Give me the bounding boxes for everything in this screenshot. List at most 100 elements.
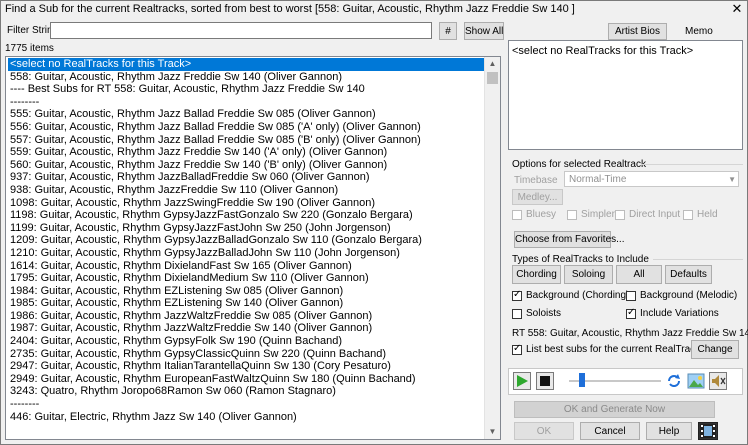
list-items-container: <select no RealTracks for this Track> 558… [8, 58, 486, 423]
direct-input-label: Direct Input [629, 209, 681, 220]
list-item[interactable]: 2947: Guitar, Acoustic, Rhythm ItalianTa… [8, 360, 486, 373]
list-best-subs-checkbox[interactable]: List best subs for the current RealTrack… [512, 343, 706, 355]
choose-favorites-button[interactable]: Choose from Favorites... [514, 231, 624, 248]
defaults-button[interactable]: Defaults [665, 265, 712, 284]
cancel-button[interactable]: Cancel [580, 422, 640, 440]
direct-input-checkbox[interactable]: Direct Input [615, 209, 680, 220]
list-item[interactable]: 3243: Quatro, Rhythm Joropo68Ramon Sw 06… [8, 385, 486, 398]
list-scrollbar[interactable]: ▲ ▼ [484, 57, 500, 439]
include-variations-label: Include Variations [640, 308, 719, 319]
soloists-checkbox-box [512, 308, 522, 319]
list-item[interactable]: 1209: Guitar, Acoustic, Rhythm GypsyJazz… [8, 234, 486, 247]
all-button[interactable]: All [616, 265, 662, 284]
list-item[interactable]: 2404: Guitar, Acoustic, Rhythm GypsyFolk… [8, 335, 486, 348]
help-button[interactable]: Help [646, 422, 692, 440]
artist-bios-button[interactable]: Artist Bios [608, 23, 667, 40]
list-item[interactable]: 446: Guitar, Electric, Rhythm Jazz Sw 14… [8, 411, 486, 424]
bluesy-checkbox-box [512, 209, 522, 220]
list-item[interactable]: -------- [8, 398, 486, 411]
scroll-up-icon[interactable]: ▲ [485, 57, 500, 71]
list-item[interactable]: ---- Best Subs for RT 558: Guitar, Acous… [8, 83, 486, 96]
bg-chording-checkbox[interactable]: Background (Chording) [512, 289, 630, 301]
list-item[interactable]: 558: Guitar, Acoustic, Rhythm Jazz Fredd… [8, 71, 486, 84]
medley-button[interactable]: Medley... [512, 189, 563, 205]
dialog-window: Find a Sub for the current Realtracks, s… [0, 0, 748, 445]
list-best-subs-label: List best subs for the current RealTrack… [526, 344, 706, 355]
list-item[interactable]: 1987: Guitar, Acoustic, Rhythm JazzWaltz… [8, 322, 486, 335]
image-icon[interactable] [687, 372, 705, 390]
simpler-checkbox[interactable]: Simpler [567, 209, 615, 220]
list-item[interactable]: 1098: Guitar, Acoustic, Rhythm JazzSwing… [8, 197, 486, 210]
bg-chording-checkbox-box [512, 289, 522, 301]
bg-melodic-checkbox-box [626, 290, 636, 301]
list-item[interactable]: 555: Guitar, Acoustic, Rhythm Jazz Balla… [8, 108, 486, 121]
list-item[interactable]: 1795: Guitar, Acoustic, Rhythm Dixieland… [8, 272, 486, 285]
filter-input[interactable] [50, 22, 432, 39]
bluesy-checkbox[interactable]: Bluesy [512, 209, 556, 220]
play-icon[interactable] [513, 372, 531, 390]
list-item[interactable]: 2949: Guitar, Acoustic, Rhythm EuropeanF… [8, 373, 486, 386]
bluesy-label: Bluesy [526, 209, 557, 220]
realtracks-list[interactable]: <select no RealTracks for this Track> 558… [5, 56, 501, 440]
stop-icon[interactable] [536, 372, 554, 390]
speaker-mute-icon[interactable] [709, 372, 727, 390]
hash-button[interactable]: # [439, 22, 457, 40]
list-item[interactable]: 938: Guitar, Acoustic, Rhythm JazzFreddi… [8, 184, 486, 197]
list-item[interactable]: 937: Guitar, Acoustic, Rhythm JazzBallad… [8, 171, 486, 184]
options-divider [641, 164, 743, 165]
held-label: Held [697, 209, 718, 220]
soloists-label: Soloists [526, 308, 562, 319]
memo-label: Memo [685, 26, 713, 37]
simpler-label: Simpler [581, 209, 615, 220]
list-item[interactable]: 1198: Guitar, Acoustic, Rhythm GypsyJazz… [8, 209, 486, 222]
ok-generate-button[interactable]: OK and Generate Now [514, 401, 715, 418]
chevron-down-icon: ▼ [728, 175, 736, 184]
soloing-button[interactable]: Soloing [564, 265, 613, 284]
memo-box[interactable]: <select no RealTracks for this Track> [508, 40, 743, 150]
held-checkbox[interactable]: Held [683, 209, 718, 220]
list-item[interactable]: 560: Guitar, Acoustic, Rhythm Jazz Fredd… [8, 159, 486, 172]
types-group-label: Types of RealTracks to Include [512, 254, 649, 265]
held-checkbox-box [683, 209, 693, 220]
loop-icon[interactable] [665, 372, 683, 390]
transport-bar [508, 368, 743, 395]
list-item[interactable]: 1199: Guitar, Acoustic, Rhythm GypsyJazz… [8, 222, 486, 235]
bg-melodic-label: Background (Melodic) [640, 290, 738, 301]
list-item[interactable]: 1210: Guitar, Acoustic, Rhythm GypsyJazz… [8, 247, 486, 260]
list-item[interactable]: 557: Guitar, Acoustic, Rhythm Jazz Balla… [8, 134, 486, 147]
options-group-label: Options for selected Realtrack [512, 159, 646, 170]
types-divider [653, 259, 743, 260]
list-best-subs-checkbox-box [512, 343, 522, 355]
window-title: Find a Sub for the current Realtracks, s… [5, 3, 575, 15]
direct-input-checkbox-box [615, 209, 625, 220]
close-icon[interactable]: ✕ [729, 1, 745, 16]
film-icon[interactable] [698, 422, 718, 440]
scroll-down-icon[interactable]: ▼ [485, 425, 500, 439]
list-item[interactable]: 2735: Guitar, Acoustic, Rhythm GypsyClas… [8, 348, 486, 361]
include-variations-checkbox-box [626, 307, 636, 319]
item-count: 1775 items [5, 43, 54, 54]
list-item[interactable]: <select no RealTracks for this Track> [8, 58, 486, 71]
timebase-value: Normal-Time [569, 174, 627, 185]
list-item[interactable]: 1614: Guitar, Acoustic, Rhythm Dixieland… [8, 260, 486, 273]
timebase-label: Timebase [514, 175, 558, 186]
show-all-button[interactable]: Show All [464, 22, 504, 40]
rt-label: RT 558: Guitar, Acoustic, Rhythm Jazz Fr… [512, 328, 748, 339]
ok-button[interactable]: OK [514, 422, 574, 440]
include-variations-checkbox[interactable]: Include Variations [626, 307, 719, 319]
soloists-checkbox[interactable]: Soloists [512, 308, 561, 319]
list-item[interactable]: -------- [8, 96, 486, 109]
bg-chording-label: Background (Chording) [526, 290, 630, 301]
change-button[interactable]: Change [691, 340, 739, 359]
list-item[interactable]: 556: Guitar, Acoustic, Rhythm Jazz Balla… [8, 121, 486, 134]
list-item[interactable]: 559: Guitar, Acoustic, Rhythm Jazz Fredd… [8, 146, 486, 159]
simpler-checkbox-box [567, 209, 577, 220]
list-item[interactable]: 1985: Guitar, Acoustic, Rhythm EZListeni… [8, 297, 486, 310]
bg-melodic-checkbox[interactable]: Background (Melodic) [626, 290, 737, 301]
chording-button[interactable]: Chording [512, 265, 561, 284]
volume-slider-thumb[interactable] [579, 373, 585, 387]
scroll-thumb[interactable] [487, 72, 498, 84]
list-item[interactable]: 1986: Guitar, Acoustic, Rhythm JazzWaltz… [8, 310, 486, 323]
list-item[interactable]: 1984: Guitar, Acoustic, Rhythm EZListeni… [8, 285, 486, 298]
timebase-select[interactable]: Normal-Time ▼ [564, 171, 739, 187]
